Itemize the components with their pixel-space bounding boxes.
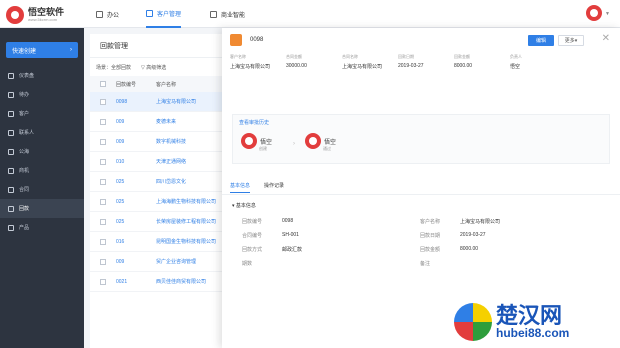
- quick-create-button[interactable]: 快速创建 ›: [6, 42, 78, 58]
- sidebar-item-customer[interactable]: 客户: [0, 104, 84, 123]
- nav-business-intelligence[interactable]: 商业智能: [210, 0, 245, 28]
- user-avatar[interactable]: [586, 5, 602, 21]
- product-icon: [8, 224, 14, 231]
- close-icon[interactable]: ✕: [602, 33, 610, 44]
- watermark-logo-icon: [454, 303, 492, 341]
- sidebar-item-dashboard[interactable]: 仪表盘: [0, 66, 84, 85]
- approval-history-link[interactable]: 查看审批历史: [239, 119, 269, 126]
- row-checkbox[interactable]: [100, 118, 106, 125]
- opportunity-icon: [8, 167, 14, 174]
- drawer-title: 0098: [250, 37, 264, 43]
- approval-flow: 查看审批历史 悟空 创建 › 悟空 通过: [232, 114, 610, 164]
- sidebar-item-payment[interactable]: 回款: [0, 199, 84, 218]
- avatar: [241, 133, 257, 149]
- pool-icon: [8, 148, 14, 155]
- more-button[interactable]: 更多 ▾: [558, 35, 584, 46]
- approval-step: 悟空 通过: [305, 133, 336, 151]
- customer-icon: [146, 9, 153, 17]
- customer-icon: [8, 110, 14, 117]
- chevron-down-icon[interactable]: ▼: [605, 11, 610, 17]
- section-header[interactable]: ▾ 基本信息: [232, 202, 256, 209]
- row-checkbox[interactable]: [100, 178, 106, 185]
- sidebar-item-pool[interactable]: 公海: [0, 142, 84, 161]
- tab-divider: [222, 194, 620, 195]
- row-checkbox[interactable]: [100, 258, 106, 265]
- select-all-checkbox[interactable]: [100, 81, 106, 87]
- row-checkbox[interactable]: [100, 98, 106, 105]
- contract-icon: [8, 186, 14, 193]
- logo-title: 悟空软件: [28, 7, 65, 17]
- row-checkbox[interactable]: [100, 238, 106, 245]
- app-logo[interactable]: 悟空软件 www.5kcrm.com: [6, 6, 64, 24]
- sidebar-item-contract[interactable]: 合同: [0, 180, 84, 199]
- row-checkbox[interactable]: [100, 218, 106, 225]
- sidebar: 快速创建 › 仪表盘 待办 客户 联系人 公海 商机 合同 回款 产品: [0, 28, 84, 348]
- sidebar-item-opportunity[interactable]: 商机: [0, 161, 84, 180]
- logo-mark-icon: [6, 6, 24, 24]
- scene-select[interactable]: 场景：全部回款: [96, 64, 131, 71]
- payment-icon: [8, 205, 14, 212]
- chevron-down-icon: ▾: [574, 37, 578, 44]
- todo-icon: [8, 91, 14, 98]
- row-checkbox[interactable]: [100, 138, 106, 145]
- tab-basic-info[interactable]: 基本信息: [230, 182, 251, 193]
- chart-icon: [210, 10, 217, 18]
- approval-step: 悟空 创建: [241, 133, 272, 151]
- row-checkbox[interactable]: [100, 198, 106, 205]
- detail-grid: 回款编号 0098 客户名称 上海宝马有限公司 合同编号 SH-001 回款日期…: [242, 218, 501, 267]
- advanced-filter-button[interactable]: ▽ 高级筛选: [141, 64, 166, 71]
- nav-customer-management[interactable]: 客户管理: [146, 0, 182, 28]
- dashboard-icon: [8, 72, 14, 79]
- sidebar-item-product[interactable]: 产品: [0, 218, 84, 237]
- column-header[interactable]: 回款编号: [116, 81, 156, 88]
- sidebar-item-todo[interactable]: 待办: [0, 85, 84, 104]
- top-bar: 悟空软件 www.5kcrm.com 办公 客户管理 商业智能 ▼: [0, 0, 620, 28]
- office-icon: [96, 10, 103, 18]
- contact-icon: [8, 129, 14, 136]
- summary-fields: 客户名称 合同金额 合同名称 回款日期 回款金额 负责人 上海宝马有限公司 30…: [230, 54, 522, 70]
- chevron-right-icon: ›: [293, 141, 295, 147]
- detail-tabs: 基本信息 操作记录: [230, 182, 284, 193]
- row-checkbox[interactable]: [100, 158, 106, 165]
- watermark: 楚汉网 hubei88.com: [454, 300, 614, 344]
- chevron-right-icon: ›: [70, 47, 72, 53]
- tab-operation-log[interactable]: 操作记录: [264, 182, 284, 193]
- nav-office[interactable]: 办公: [96, 0, 119, 28]
- logo-subtitle: www.5kcrm.com: [28, 17, 58, 22]
- edit-button[interactable]: 编辑: [528, 35, 554, 46]
- row-checkbox[interactable]: [100, 278, 106, 285]
- sidebar-item-contact[interactable]: 联系人: [0, 123, 84, 142]
- document-icon: [230, 34, 242, 46]
- avatar: [305, 133, 321, 149]
